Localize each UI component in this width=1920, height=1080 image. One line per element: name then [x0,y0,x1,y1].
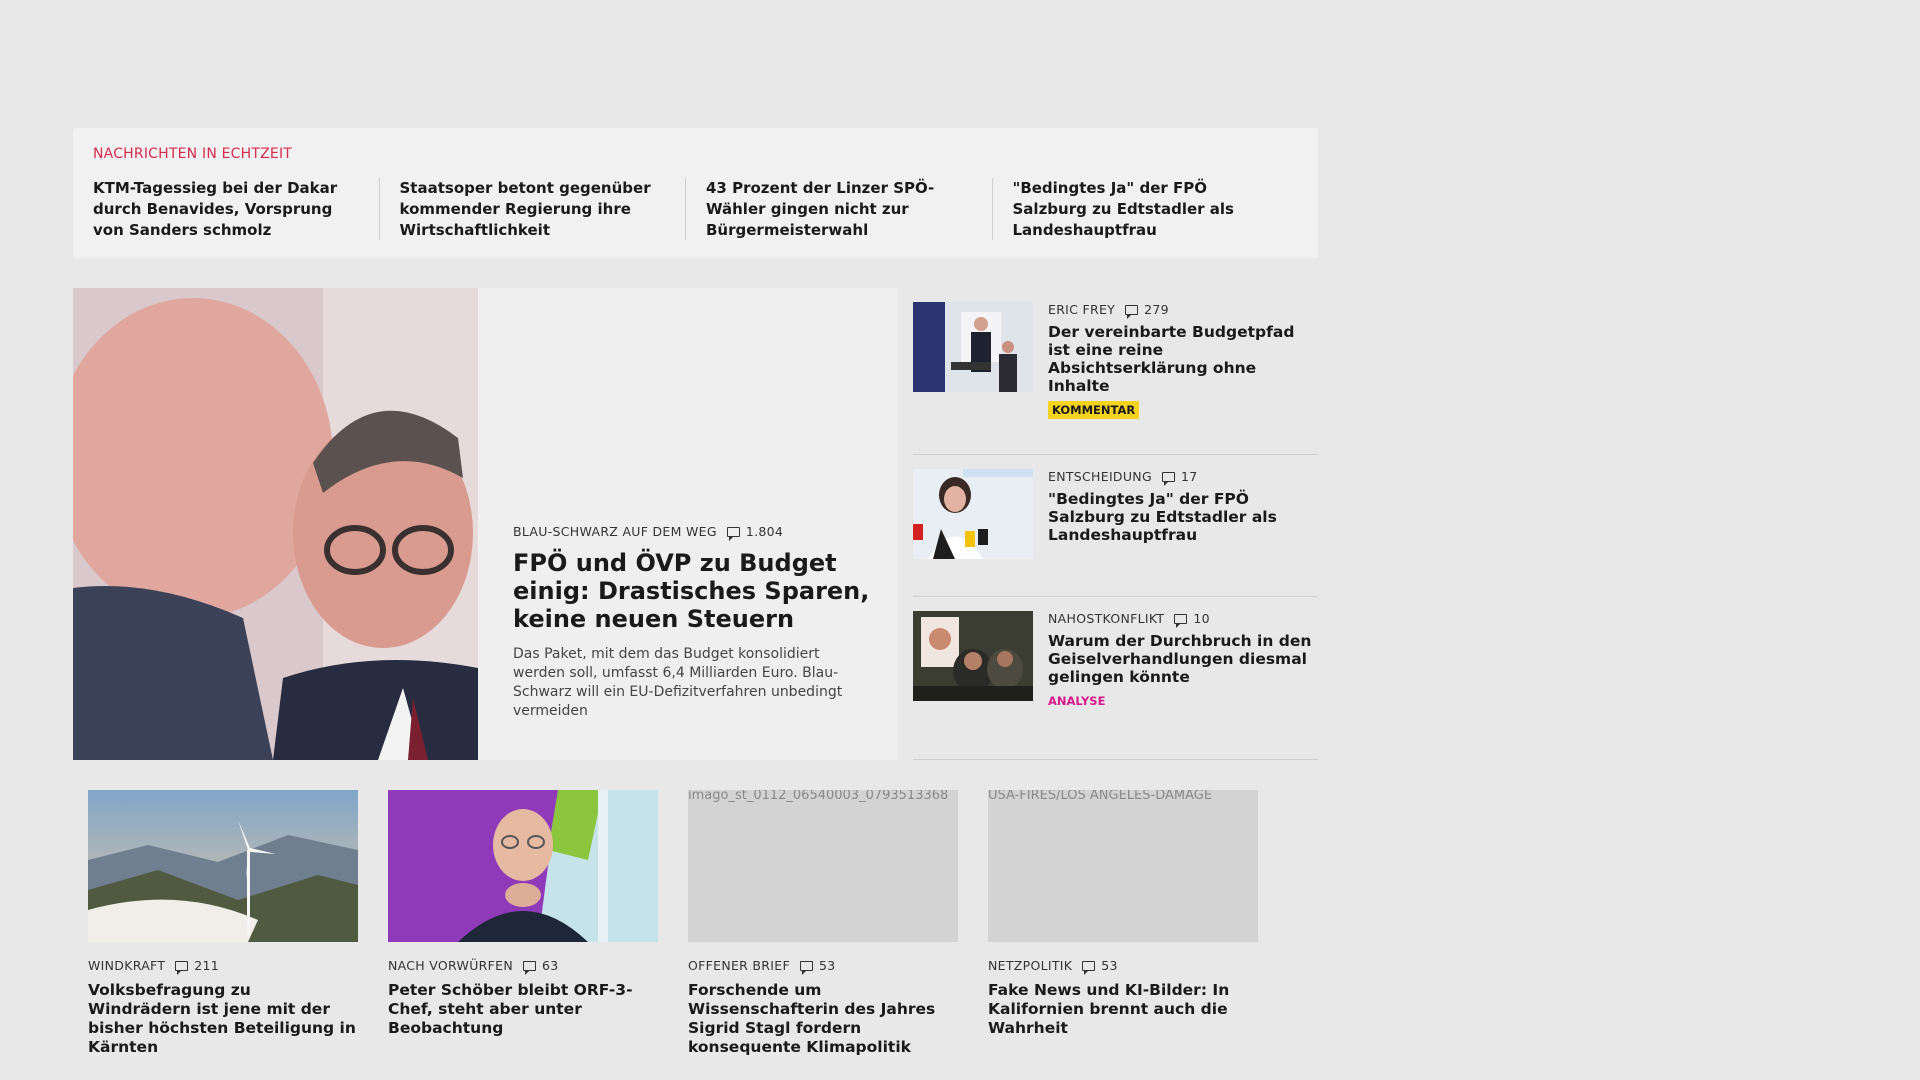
ticker-item[interactable]: 43 Prozent der Linzer SPÖ-Wähler gingen … [706,178,993,240]
hero-image[interactable] [73,288,478,760]
article-headline[interactable]: "Bedingtes Ja" der FPÖ Salzburg zu Edtst… [1048,490,1313,544]
article-thumbnail[interactable] [913,611,1033,701]
article-thumbnail[interactable] [913,302,1033,392]
comment-icon [1174,613,1188,628]
article-kicker: NAHOSTKONFLIKT 10 [1048,611,1313,628]
article-kicker: NACH VORWÜRFEN 63 [388,958,658,975]
article-thumbnail-placeholder[interactable]: imago_st_0112_06540003_0793513368 [688,790,958,942]
article-thumbnail-placeholder[interactable]: USA-FIRES/LOS ANGELES-DAMAGE [988,790,1258,942]
image-alt-text: USA-FIRES/LOS ANGELES-DAMAGE [988,790,1213,803]
kicker-label: ENTSCHEIDUNG [1048,469,1152,484]
side-text: ERIC FREY 279 Der vereinbarte Budgetpfad… [1048,302,1313,419]
comment-icon [799,960,813,975]
side-article[interactable]: ERIC FREY 279 Der vereinbarte Budgetpfad… [913,288,1318,455]
hero-teaser: Das Paket, mit dem das Budget konsolidie… [513,646,843,719]
comment-count[interactable]: 211 [194,958,219,973]
comment-icon [522,960,536,975]
ticker-item[interactable]: KTM-Tagessieg bei der Dakar durch Benavi… [93,178,380,240]
kicker-label: WINDKRAFT [88,958,166,973]
kicker-label: BLAU-SCHWARZ AUF DEM WEG [513,524,717,539]
comment-count[interactable]: 279 [1144,302,1169,317]
kicker-label: NAHOSTKONFLIKT [1048,611,1165,626]
side-text: NAHOSTKONFLIKT 10 Warum der Durchbruch i… [1048,611,1313,710]
hero-kicker: BLAU-SCHWARZ AUF DEM WEG 1.804 [513,524,873,541]
article-headline[interactable]: Volksbefragung zu Windrädern ist jene mi… [88,981,358,1057]
comment-count[interactable]: 53 [1101,958,1118,973]
teaser-card[interactable]: NACH VORWÜRFEN 63 Peter Schöber bleibt O… [388,790,658,1057]
comment-icon [1161,471,1175,486]
hero-text: BLAU-SCHWARZ AUF DEM WEG 1.804 FPÖ und Ö… [513,524,873,721]
side-article[interactable]: ENTSCHEIDUNG 17 "Bedingtes Ja" der FPÖ S… [913,455,1318,597]
ticker-item[interactable]: "Bedingtes Ja" der FPÖ Salzburg zu Edtst… [1013,178,1299,240]
article-headline[interactable]: Fake News und KI-Bilder: In Kalifornien … [988,981,1258,1038]
comment-count[interactable]: 10 [1193,611,1210,626]
hero-headline[interactable]: FPÖ und ÖVP zu Budget einig: Drastisches… [513,549,873,633]
article-headline[interactable]: Warum der Durchbruch in den Geiselverhan… [1048,632,1313,686]
realtime-news-ticker: NACHRICHTEN IN ECHTZEIT KTM-Tagessieg be… [73,128,1318,258]
kicker-label: NETZPOLITIK [988,958,1073,973]
article-thumbnail[interactable] [913,469,1033,559]
article-thumbnail[interactable] [388,790,658,942]
comment-icon [1125,304,1139,319]
article-kicker: ERIC FREY 279 [1048,302,1313,319]
article-kicker: NETZPOLITIK 53 [988,958,1258,975]
side-article-list: ERIC FREY 279 Der vereinbarte Budgetpfad… [913,288,1318,760]
article-kicker: OFFENER BRIEF 53 [688,958,958,975]
kommentar-badge: KOMMENTAR [1048,401,1140,419]
kicker-label: OFFENER BRIEF [688,958,790,973]
article-kicker: ENTSCHEIDUNG 17 [1048,469,1313,486]
comment-count[interactable]: 53 [819,958,836,973]
teaser-card[interactable]: USA-FIRES/LOS ANGELES-DAMAGE NETZPOLITIK… [988,790,1258,1057]
comment-icon [1082,960,1096,975]
teaser-card[interactable]: WINDKRAFT 211 Volksbefragung zu Windräde… [88,790,358,1057]
comment-count[interactable]: 63 [542,958,559,973]
article-headline[interactable]: Der vereinbarte Budgetpfad ist eine rein… [1048,323,1313,395]
article-thumbnail[interactable] [88,790,358,942]
comment-count[interactable]: 17 [1181,469,1198,484]
ticker-item[interactable]: Staatsoper betont gegenüber kom­mender R… [400,178,686,240]
ticker-list: KTM-Tagessieg bei der Dakar durch Benavi… [93,178,1298,240]
comment-count[interactable]: 1.804 [746,524,783,539]
analyse-badge: ANALYSE [1048,694,1106,708]
image-alt-text: imago_st_0112_06540003_0793513368 [688,790,949,803]
teaser-grid: WINDKRAFT 211 Volksbefragung zu Windräde… [73,790,1318,1057]
article-kicker: WINDKRAFT 211 [88,958,358,975]
hero-article[interactable]: BLAU-SCHWARZ AUF DEM WEG 1.804 FPÖ und Ö… [73,288,898,760]
article-headline[interactable]: Forschende um Wissenschafterin des Jahre… [688,981,958,1057]
ticker-heading: NACHRICHTEN IN ECHTZEIT [93,146,293,162]
side-text: ENTSCHEIDUNG 17 "Bedingtes Ja" der FPÖ S… [1048,469,1313,544]
article-headline[interactable]: Peter Schöber bleibt ORF-3-Chef, steht a… [388,981,658,1038]
kicker-label: NACH VORWÜRFEN [388,958,513,973]
comment-icon [726,526,740,541]
kicker-label: ERIC FREY [1048,302,1116,317]
side-article[interactable]: NAHOSTKONFLIKT 10 Warum der Durchbruch i… [913,597,1318,760]
teaser-card[interactable]: imago_st_0112_06540003_0793513368 OFFENE… [688,790,958,1057]
comment-icon [175,960,189,975]
